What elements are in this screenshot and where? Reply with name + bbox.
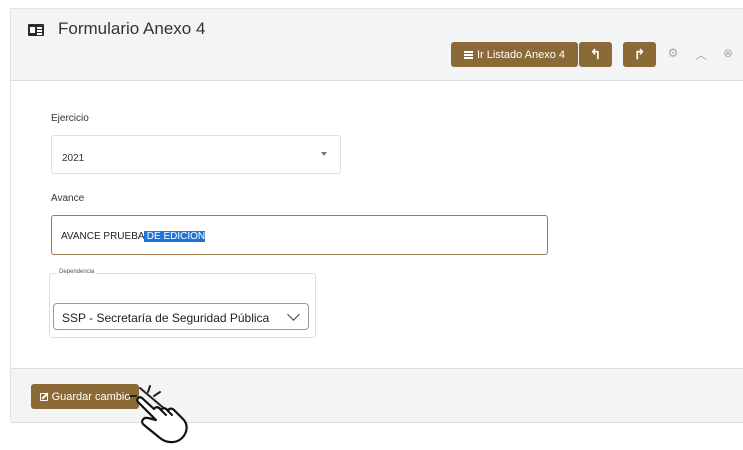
avance-value: AVANCE PRUEBA DE EDICIÓN <box>61 231 206 242</box>
dependencia-fieldset: Dependencia SSP - Secretaría de Segurida… <box>49 269 316 338</box>
avance-text: AVANCE PRUEBA <box>61 231 144 242</box>
go-to-list-button[interactable]: Ir Listado Anexo 4 <box>451 42 578 67</box>
share-icon: ↱ <box>633 46 646 62</box>
id-card-icon <box>28 24 44 36</box>
avance-selected-text: DE EDICIÓN <box>144 231 206 242</box>
dependencia-value: SSP - Secretaría de Seguridad Pública <box>62 311 270 325</box>
dependencia-select[interactable]: SSP - Secretaría de Seguridad Pública <box>53 303 309 330</box>
ejercicio-select[interactable]: 2021 <box>51 135 341 174</box>
dependencia-legend: Dependencia <box>57 269 97 275</box>
undo-button[interactable]: ↰ <box>579 42 612 67</box>
hand-pointer-icon <box>129 385 188 444</box>
avance-label: Avance <box>51 193 85 204</box>
edit-icon <box>39 392 48 401</box>
list-icon <box>463 50 473 59</box>
caret-down-icon <box>321 152 327 156</box>
redo-button[interactable]: ↱ <box>623 42 656 67</box>
reply-icon: ↰ <box>589 46 602 62</box>
gear-icon[interactable]: ⚙ <box>666 46 680 62</box>
card-header: Formulario Anexo 4 Ir Listado Anexo 4 ↰ … <box>11 9 743 81</box>
page-title: Formulario Anexo 4 <box>58 19 206 38</box>
save-button[interactable]: Guardar cambio <box>31 384 139 409</box>
chevron-up-icon[interactable]: ︿ <box>694 46 708 62</box>
go-to-list-label: Ir Listado Anexo 4 <box>476 48 566 61</box>
card-footer: Guardar cambio <box>11 368 743 423</box>
ejercicio-value: 2021 <box>62 153 85 164</box>
form-card: Formulario Anexo 4 Ir Listado Anexo 4 ↰ … <box>10 8 743 423</box>
save-label: Guardar cambio <box>51 390 131 403</box>
chevron-down-icon <box>287 308 300 321</box>
avance-input[interactable]: AVANCE PRUEBA DE EDICIÓN <box>51 215 548 255</box>
ejercicio-label: Ejercicio <box>51 113 89 124</box>
close-circle-icon[interactable]: ⊗ <box>721 46 735 62</box>
